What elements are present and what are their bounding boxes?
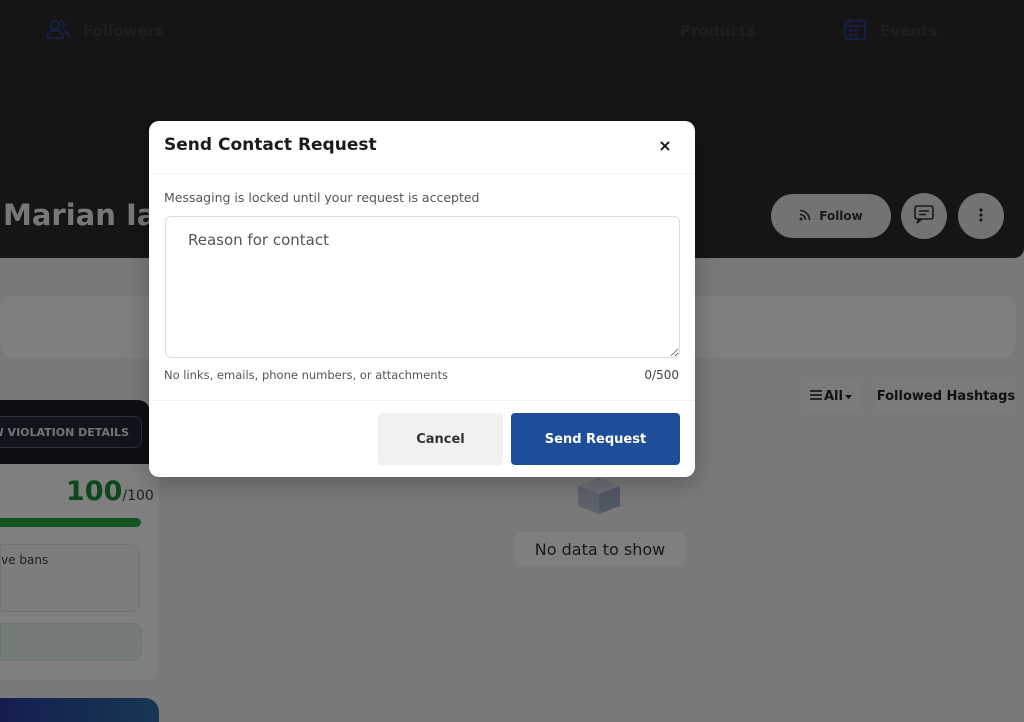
modal-header-divider [149,173,695,174]
send-request-button[interactable]: Send Request [511,413,680,465]
messaging-locked-note: Messaging is locked until your request i… [164,190,480,205]
cancel-button[interactable]: Cancel [378,413,503,465]
contact-request-modal: Send Contact Request × Messaging is lock… [149,121,695,477]
modal-title: Send Contact Request [164,135,377,155]
character-count: 0/500 [644,368,679,382]
input-rules-note: No links, emails, phone numbers, or atta… [164,368,448,382]
close-icon[interactable]: × [655,135,675,155]
reason-input[interactable] [165,216,680,358]
modal-footer-divider [149,400,695,401]
